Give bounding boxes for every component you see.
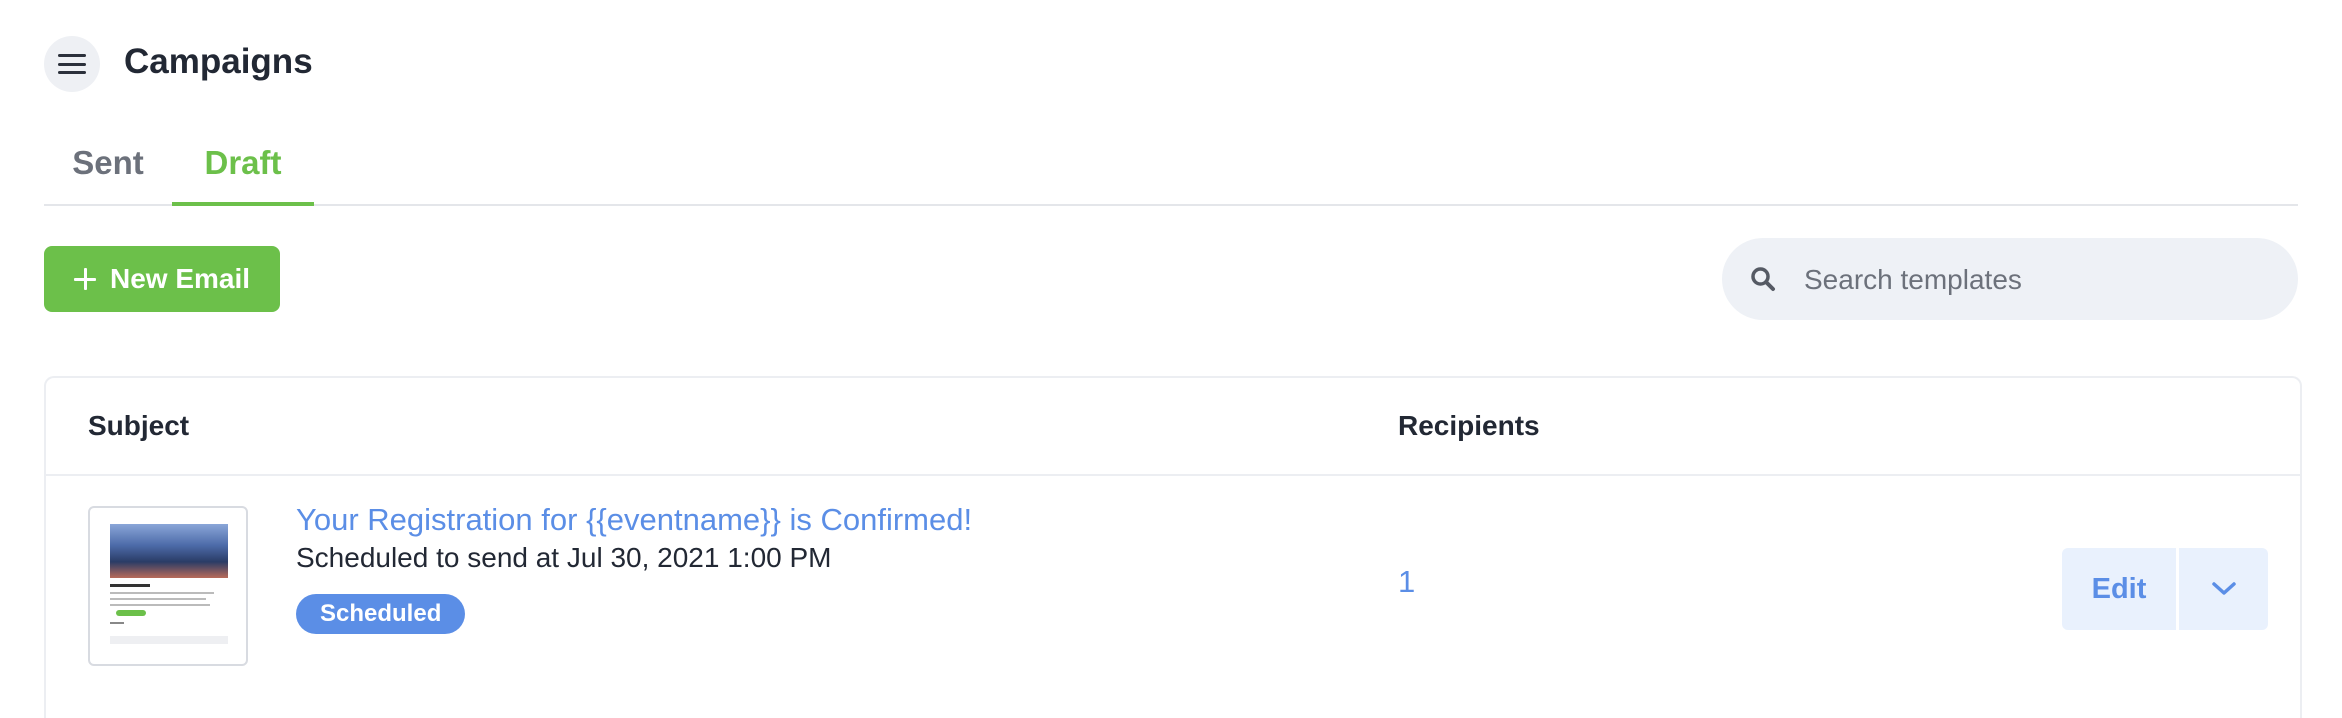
column-header-subject: Subject xyxy=(88,410,190,441)
email-subject-link[interactable]: Your Registration for {{eventname}} is C… xyxy=(296,502,972,538)
hamburger-menu-icon xyxy=(58,54,86,74)
schedule-text: Scheduled to send at Jul 30, 2021 1:00 P… xyxy=(296,542,832,573)
search-input[interactable] xyxy=(1802,254,2266,306)
menu-button[interactable] xyxy=(44,36,100,92)
page-title: Campaigns xyxy=(124,42,313,81)
campaigns-table: Subject Recipients Your Registration for… xyxy=(44,376,2302,718)
edit-button[interactable]: Edit xyxy=(2062,548,2176,630)
more-actions-dropdown-button[interactable] xyxy=(2179,548,2268,630)
table-row: Your Registration for {{eventname}} is C… xyxy=(46,476,2300,716)
tab-draft[interactable]: Draft xyxy=(172,138,314,206)
search-icon xyxy=(1751,267,1775,291)
new-email-button[interactable]: New Email xyxy=(44,246,280,312)
email-thumbnail[interactable] xyxy=(88,506,248,666)
tab-sent[interactable]: Sent xyxy=(44,138,172,204)
edit-button-group: Edit xyxy=(2062,548,2268,630)
plus-icon xyxy=(73,268,96,290)
tab-bar: Sent Draft xyxy=(44,138,2298,206)
search-box xyxy=(1722,238,2298,320)
table-header: Subject Recipients xyxy=(46,378,2300,476)
status-badge: Scheduled xyxy=(296,594,466,634)
new-email-label: New Email xyxy=(109,263,251,294)
column-header-recipients: Recipients xyxy=(1398,410,1540,441)
recipients-count-link[interactable]: 1 xyxy=(1398,564,1415,600)
chevron-down-icon xyxy=(2211,582,2236,595)
